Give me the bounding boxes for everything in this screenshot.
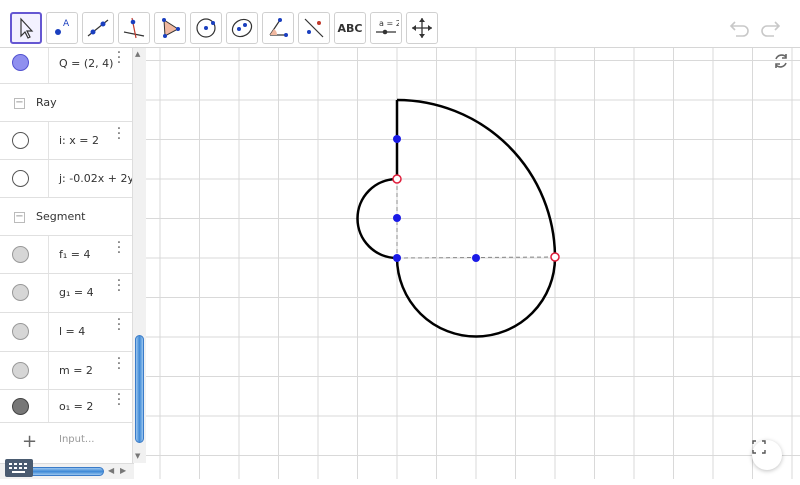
fullscreen-icon <box>752 440 766 454</box>
visibility-toggle[interactable] <box>12 54 29 71</box>
line-icon <box>87 19 109 37</box>
reflect-icon <box>304 18 324 38</box>
collapse-icon[interactable]: − <box>14 98 25 109</box>
algebra-row-label: l = 4 <box>59 325 86 338</box>
algebra-view: Q = (2, 4) · · · − Ray i: x = 2 · · · j: -0.… <box>0 48 134 463</box>
perpendicular-icon <box>123 17 145 39</box>
algebra-row-g1[interactable]: g₁ = 4 · · · <box>0 274 133 313</box>
visibility-toggle[interactable] <box>12 398 29 415</box>
visibility-toggle[interactable] <box>12 132 29 149</box>
point-tool-button[interactable]: A <box>46 12 78 44</box>
algebra-input-field[interactable]: Input... <box>59 434 94 445</box>
svg-text:a = 2: a = 2 <box>379 19 399 28</box>
svg-text:A: A <box>63 19 70 29</box>
scrollbar-thumb[interactable] <box>135 335 144 443</box>
redo-icon <box>761 21 781 37</box>
visibility-toggle[interactable] <box>12 362 29 379</box>
keyboard-icon[interactable] <box>5 459 33 477</box>
ellipse-icon <box>231 18 253 38</box>
point-red-hollow[interactable] <box>550 252 560 262</box>
scroll-down-icon[interactable]: ▼ <box>135 452 140 460</box>
undo-icon <box>729 21 749 37</box>
algebra-row-m[interactable]: m = 2 · · · <box>0 352 133 390</box>
algebra-row-l[interactable]: l = 4 · · · <box>0 313 133 352</box>
move-view-tool-button[interactable] <box>406 12 438 44</box>
visibility-toggle[interactable] <box>12 284 29 301</box>
fullscreen-button[interactable] <box>752 440 782 470</box>
more-options-icon[interactable]: · · · <box>114 236 124 260</box>
algebra-row-label: Q = (2, 4) <box>59 57 114 70</box>
more-options-icon[interactable]: · · · <box>114 352 124 376</box>
group-label: Segment <box>36 210 86 223</box>
point-blue[interactable] <box>393 135 401 143</box>
more-options-icon[interactable]: · · · <box>114 48 124 70</box>
grid <box>146 48 800 479</box>
text-tool-button[interactable]: ABC <box>334 12 366 44</box>
move-tool-button[interactable] <box>10 12 42 44</box>
slider-icon: a = 2 <box>376 19 399 35</box>
algebra-row-Q[interactable]: Q = (2, 4) · · · <box>0 48 133 84</box>
algebra-row-label: o₁ = 2 <box>59 400 94 413</box>
algebra-row-label: g₁ = 4 <box>59 286 94 299</box>
refresh-view-button[interactable] <box>772 52 794 74</box>
polygon-icon <box>162 18 180 38</box>
circle-tool-button[interactable] <box>190 12 222 44</box>
move-view-icon <box>412 18 432 38</box>
group-header-ray[interactable]: − Ray <box>0 84 133 122</box>
ellipse-tool-button[interactable] <box>226 12 258 44</box>
undo-button[interactable] <box>728 16 752 40</box>
polygon-tool-button[interactable] <box>154 12 186 44</box>
algebra-row-o1[interactable]: o₁ = 2 · · · <box>0 388 133 423</box>
algebra-row-label: f₁ = 4 <box>59 248 91 261</box>
algebra-row-label: i: x = 2 <box>59 134 99 147</box>
algebra-row-f1[interactable]: f₁ = 4 · · · <box>0 236 133 274</box>
plus-icon[interactable]: + <box>22 431 37 452</box>
text-icon: ABC <box>337 21 363 35</box>
scroll-up-icon[interactable]: ▲ <box>135 50 140 58</box>
algebra-row-label: m = 2 <box>59 364 93 377</box>
scroll-right-icon[interactable]: ▶ <box>120 466 126 475</box>
algebra-row-j[interactable]: j: -0.02x + 2y = <box>0 160 134 198</box>
point-red-hollow[interactable] <box>392 174 402 184</box>
group-header-segment[interactable]: − Segment <box>0 198 133 236</box>
perpendicular-line-tool-button[interactable] <box>118 12 150 44</box>
refresh-icon <box>775 54 787 68</box>
point-icon: A <box>55 19 70 35</box>
visibility-toggle[interactable] <box>12 246 29 263</box>
line-tool-button[interactable] <box>82 12 114 44</box>
reflect-tool-button[interactable] <box>298 12 330 44</box>
group-label: Ray <box>36 96 57 109</box>
algebra-row-i[interactable]: i: x = 2 · · · <box>0 122 133 160</box>
toolbar: A ABC a = 2 <box>0 0 800 48</box>
point-blue[interactable] <box>393 214 401 222</box>
more-options-icon[interactable]: · · · <box>114 388 124 412</box>
algebra-input-row[interactable]: + Input... <box>0 423 133 463</box>
slider-tool-button[interactable]: a = 2 <box>370 12 402 44</box>
collapse-icon[interactable]: − <box>14 212 25 223</box>
point-blue[interactable] <box>472 254 480 262</box>
angle-icon <box>269 18 288 37</box>
angle-tool-button[interactable] <box>262 12 294 44</box>
circle-icon <box>196 18 216 38</box>
more-options-icon[interactable]: · · · <box>114 274 124 298</box>
algebra-row-label: j: -0.02x + 2y = <box>59 172 134 185</box>
visibility-toggle[interactable] <box>12 170 29 187</box>
graphics-canvas[interactable] <box>146 48 800 479</box>
geogebra-app: A ABC a = 2 Q = (2, 4) · · · − Ray i: x … <box>0 0 800 485</box>
more-options-icon[interactable]: · · · <box>114 313 124 337</box>
point-blue[interactable] <box>393 254 401 262</box>
scroll-left-icon[interactable]: ◀ <box>108 466 114 475</box>
redo-button[interactable] <box>758 16 782 40</box>
algebra-vertical-scrollbar[interactable]: ▲ ▼ <box>132 48 146 463</box>
graphics-view[interactable] <box>146 48 800 479</box>
cursor-arrow-icon <box>20 17 34 39</box>
more-options-icon[interactable]: · · · <box>114 122 124 146</box>
visibility-toggle[interactable] <box>12 323 29 340</box>
